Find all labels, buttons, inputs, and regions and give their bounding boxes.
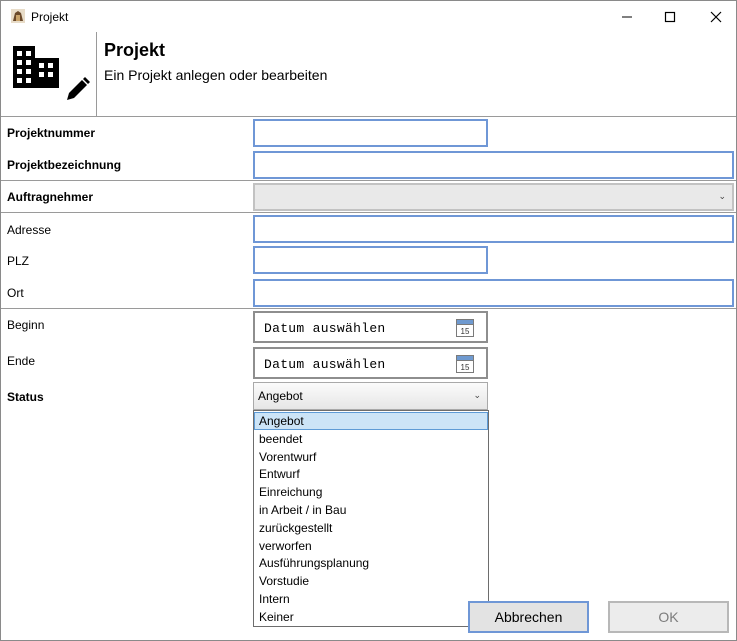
projektnummer-label: Projektnummer <box>7 126 96 140</box>
ende-date-picker[interactable]: Datum auswählen 15 <box>253 347 488 379</box>
minimize-icon <box>622 16 632 17</box>
status-option[interactable]: in Arbeit / in Bau <box>254 501 488 519</box>
auftragnehmer-select[interactable]: ⌄ <box>253 183 734 211</box>
window-title: Projekt <box>31 10 69 24</box>
status-option[interactable]: beendet <box>254 430 488 448</box>
auftragnehmer-label: Auftragnehmer <box>7 190 94 204</box>
status-selected-value: Angebot <box>258 389 303 403</box>
header-icon-box <box>1 32 97 116</box>
beginn-date-picker[interactable]: Datum auswählen 15 <box>253 311 488 343</box>
section-divider <box>1 212 736 213</box>
header-subtitle: Ein Projekt anlegen oder bearbeiten <box>104 67 328 83</box>
status-option[interactable]: Keiner <box>254 608 488 626</box>
plz-label: PLZ <box>7 254 30 268</box>
status-label: Status <box>7 390 44 404</box>
maximize-icon <box>664 11 676 22</box>
calendar-icon[interactable]: 15 <box>456 318 474 337</box>
building-edit-icon <box>13 46 90 100</box>
status-option[interactable]: Einreichung <box>254 483 488 501</box>
adresse-input[interactable] <box>253 215 734 243</box>
calendar-day-text: 15 <box>461 327 470 336</box>
status-option[interactable]: zurückgestellt <box>254 519 488 537</box>
calendar-day-text: 15 <box>461 363 470 372</box>
cancel-button[interactable]: Abbrechen <box>468 601 589 633</box>
beginn-label: Beginn <box>7 318 45 332</box>
status-option[interactable]: Entwurf <box>254 465 488 483</box>
app-icon <box>11 9 25 23</box>
ort-input[interactable] <box>253 279 734 307</box>
status-option[interactable]: verworfen <box>254 537 488 555</box>
projektnummer-input[interactable] <box>253 119 488 147</box>
ort-label: Ort <box>7 286 24 300</box>
chevron-down-icon: ⌄ <box>718 191 726 201</box>
status-option[interactable]: Vorentwurf <box>254 448 488 466</box>
beginn-date-placeholder: Datum auswählen <box>264 321 386 336</box>
adresse-label: Adresse <box>7 223 52 237</box>
status-option[interactable]: Vorstudie <box>254 572 488 590</box>
status-option[interactable]: Intern <box>254 590 488 608</box>
status-option[interactable]: Ausführungsplanung <box>254 554 488 572</box>
ende-date-placeholder: Datum auswählen <box>264 357 386 372</box>
close-icon <box>710 11 722 22</box>
calendar-icon[interactable]: 15 <box>456 354 474 373</box>
title-bar[interactable]: Projekt <box>1 1 736 32</box>
dialog-header: Projekt Ein Projekt anlegen oder bearbei… <box>1 32 736 117</box>
header-title: Projekt <box>104 40 166 60</box>
ok-button[interactable]: OK <box>608 601 729 633</box>
section-divider <box>1 308 736 309</box>
close-button[interactable] <box>693 1 737 32</box>
projektbezeichnung-input[interactable] <box>253 151 734 179</box>
status-select[interactable]: Angebot ⌄ <box>253 382 488 410</box>
status-option[interactable]: Angebot <box>254 412 488 430</box>
status-dropdown-list: Angebot beendet Vorentwurf Entwurf Einre… <box>253 410 489 627</box>
section-divider <box>1 180 736 181</box>
projektbezeichnung-label: Projektbezeichnung <box>7 158 122 172</box>
ende-label: Ende <box>7 354 36 368</box>
minimize-button[interactable] <box>604 1 650 32</box>
project-dialog-window: Projekt Projekt Ein Projekt anlegen oder… <box>0 0 737 641</box>
maximize-button[interactable] <box>647 1 693 32</box>
chevron-down-icon: ⌄ <box>473 390 481 400</box>
plz-input[interactable] <box>253 246 488 274</box>
